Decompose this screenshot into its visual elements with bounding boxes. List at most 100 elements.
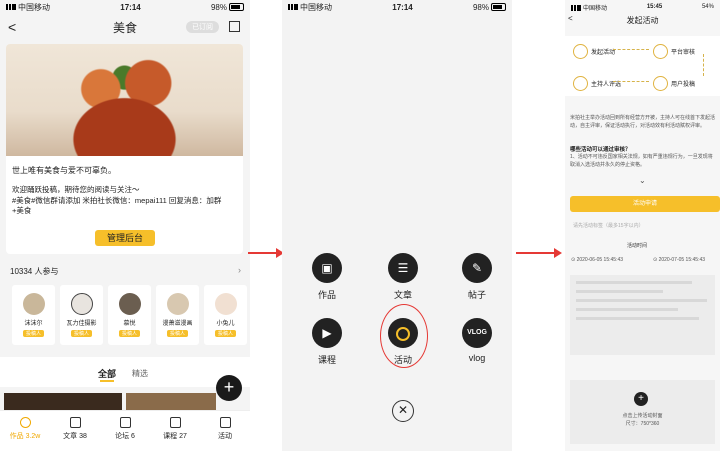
chevron-down-icon[interactable]: ⌄	[639, 176, 646, 185]
cover-upload-area[interactable]: + 点击上传活动封面 尺寸：750*360	[570, 380, 715, 444]
nav-bar: < 美食 已订阅	[0, 14, 250, 40]
tab-forum[interactable]: 论坛 6	[100, 411, 150, 451]
carrier-label: 中国移动	[300, 2, 332, 12]
participant-tag: 投稿人	[118, 330, 140, 337]
add-button[interactable]: +	[216, 375, 242, 401]
flow-step: 平台审核	[653, 44, 695, 59]
status-bar: 中国移动 17:14 98%	[0, 0, 250, 14]
avatar	[214, 293, 237, 315]
battery-label: 98%	[472, 2, 489, 12]
course-icon	[169, 417, 181, 428]
start-time-value: 2020-06-05 15:45:43	[576, 257, 624, 263]
tab-activities[interactable]: 活动	[200, 411, 250, 451]
participant-card[interactable]: 慕悦 投稿人	[108, 285, 151, 345]
participant-card[interactable]: 瓦力佳摄影 投稿人	[60, 285, 103, 345]
faq-title: 哪些活动可以通过审核？	[570, 147, 631, 153]
participant-name: 漫萧滋漫画	[162, 321, 193, 327]
intro-line-3: #美食#微信群请添加 米拍社长微信：mepai111 回复消息：加群	[12, 196, 222, 205]
end-time-field[interactable]: ⊙ 2020-07-05 15:45:43	[653, 256, 705, 264]
flow-step: 发起活动	[573, 44, 615, 59]
article-icon[interactable]: ☰	[388, 253, 418, 283]
tab-label: 课程 27	[163, 433, 187, 440]
filter-all-tab[interactable]: 全部	[98, 367, 116, 380]
time-label: 15:45	[646, 4, 663, 10]
intro-line-1: 世上唯有美食与爱不可辜负。	[12, 166, 116, 175]
participant-tag: 投稿人	[214, 330, 236, 337]
tab-articles[interactable]: 文章 38	[50, 411, 100, 451]
signal-icon	[571, 4, 581, 11]
participant-name: 瓦力佳摄影	[66, 321, 97, 327]
share-icon[interactable]	[229, 21, 240, 32]
start-time-field[interactable]: ⊙ 2020-06-05 15:45:43	[571, 256, 623, 264]
flow-step-label: 发起活动	[591, 50, 616, 56]
bottom-tab-bar: 作品 3.2w 文章 38 论坛 6 课程 27 活动	[0, 410, 250, 451]
participant-name: 慕悦	[123, 321, 136, 327]
time-label: 17:14	[120, 2, 141, 12]
participant-card[interactable]: 漫萧滋漫画 投稿人	[156, 285, 199, 345]
vlog-icon[interactable]: VLOG	[462, 318, 492, 348]
arrow-right-icon	[248, 248, 284, 258]
battery-label: 54%	[701, 4, 714, 10]
subscribed-badge[interactable]: 已订阅	[186, 21, 219, 33]
menu-label-activity: 活动	[393, 355, 412, 365]
create-activity-panel: 中国移动 15:45 54% < 发起活动 发起活动 平台审核 主持人评选 用户…	[565, 0, 720, 451]
back-button[interactable]: <	[568, 14, 573, 23]
page-title: 发起活动	[626, 15, 659, 25]
process-flow: 发起活动 平台审核 主持人评选 用户投稿	[565, 36, 720, 96]
menu-label-course: 课程	[317, 355, 336, 365]
avatar	[166, 293, 189, 315]
article-icon	[69, 417, 81, 428]
avatar	[70, 293, 93, 315]
intro-line-2: 欢迎踊跃投稿，期待您的阅读与关注～	[12, 185, 140, 194]
food-cover-image	[6, 44, 243, 156]
review-icon	[653, 44, 668, 59]
activity-icon[interactable]	[388, 318, 418, 348]
tag-input[interactable]: 请先活动标签（最多15字以内）	[573, 222, 644, 230]
status-bar: 中国移动 17:14 98%	[282, 0, 512, 14]
tab-label: 文章 38	[63, 433, 87, 440]
topic-intro-card: 世上唯有美食与爱不可辜负。 欢迎踊跃投稿，期待您的阅读与关注～ #美食#微信群请…	[6, 44, 243, 254]
menu-label-vlog: vlog	[468, 353, 486, 363]
faq-body: 1、活动不可违反国家相关法规，如有严重违规行为，一旦发现将取消入选活动并永久的停…	[570, 154, 713, 168]
back-button[interactable]: <	[8, 19, 16, 35]
participant-tag: 投稿人	[22, 330, 44, 337]
image-icon[interactable]: ▣	[312, 253, 342, 283]
post-icon[interactable]: ✎	[462, 253, 492, 283]
participant-tag: 投稿人	[70, 330, 92, 337]
works-icon	[19, 417, 31, 428]
close-icon[interactable]: ✕	[392, 400, 414, 422]
battery-label: 98%	[210, 2, 227, 12]
upload-size-label: 尺寸：750*360	[625, 421, 660, 427]
course-icon[interactable]: ▶	[312, 318, 342, 348]
nav-bar: < 发起活动	[565, 14, 720, 26]
chevron-right-icon[interactable]: ›	[238, 265, 241, 275]
status-bar: 中国移动 15:45 54%	[565, 0, 720, 14]
battery-icon	[490, 3, 506, 12]
tab-label: 活动	[218, 433, 232, 440]
tab-works[interactable]: 作品 3.2w	[0, 411, 50, 451]
participant-tag: 投稿人	[166, 330, 188, 337]
avatar	[22, 293, 45, 315]
flow-connector	[613, 49, 649, 50]
participant-name: 沫沫尔	[24, 321, 43, 327]
participant-card[interactable]: 小兔儿 投稿人	[204, 285, 247, 345]
filter-selected-tab[interactable]: 精选	[132, 368, 148, 379]
menu-label-article: 文章	[393, 290, 412, 300]
activity-icon	[219, 417, 231, 428]
end-time-value: 2020-07-05 15:45:43	[658, 257, 706, 263]
flow-step: 主持人评选	[573, 76, 621, 91]
upload-label: 点击上传活动封面	[622, 413, 663, 419]
participant-card[interactable]: 沫沫尔 投稿人	[12, 285, 55, 345]
activity-description-input[interactable]	[570, 275, 715, 355]
intro-text: 米拍社主举办活动回到所有经营方开被，主持人可在线首下发起活动，自主评审，保证活动…	[570, 115, 716, 129]
flow-step-label: 用户投稿	[671, 82, 696, 88]
tab-courses[interactable]: 课程 27	[150, 411, 200, 451]
menu-label-works: 作品	[317, 290, 336, 300]
flow-step-label: 平台审核	[671, 50, 696, 56]
carrier-label: 中国移动	[18, 2, 50, 12]
apply-button[interactable]: 活动申请	[570, 196, 720, 212]
signal-icon	[288, 4, 298, 11]
manage-button[interactable]: 管理后台	[95, 230, 155, 246]
add-icon: +	[634, 392, 648, 406]
flow-connector	[613, 81, 649, 82]
